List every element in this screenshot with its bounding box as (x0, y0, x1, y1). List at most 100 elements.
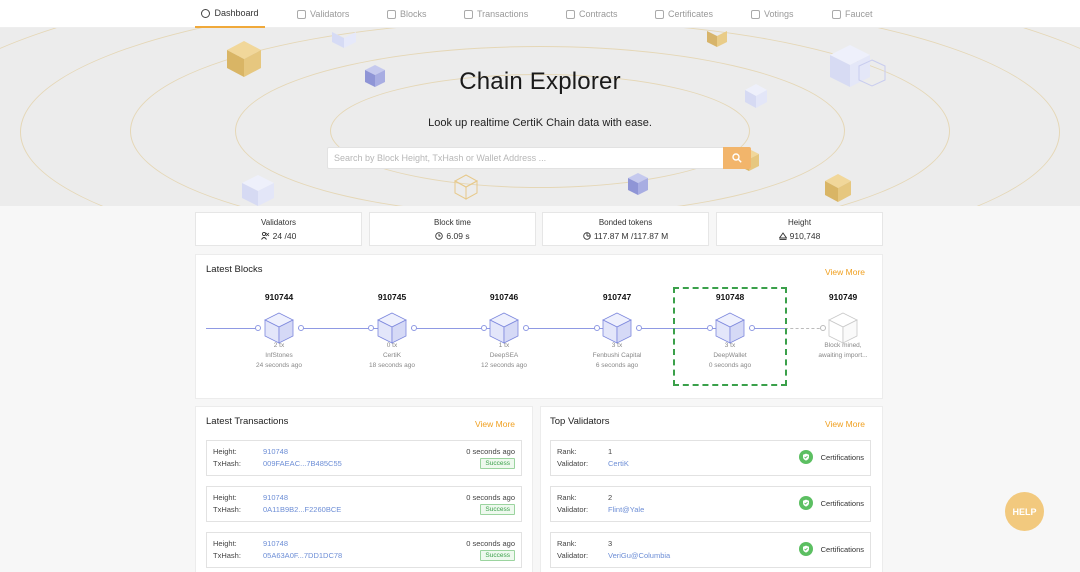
txhash-label: TxHash: (213, 551, 241, 560)
nav-faucet[interactable]: Faucet (832, 0, 873, 28)
block-item[interactable]: 910746 1 tx DeepSEA 12 seconds ago (449, 292, 559, 369)
rank-label: Rank: (557, 493, 577, 502)
pie-icon (583, 232, 591, 240)
block-item[interactable]: 910747 3 tx Fenbushi Capital 6 seconds a… (562, 292, 672, 369)
nav-validators-label: Validators (310, 9, 350, 19)
clock-icon (435, 232, 444, 240)
cube-icon (707, 31, 727, 47)
stat-height: Height 910,748 (716, 212, 883, 246)
block-item[interactable]: 910744 2 tx InfStones 24 seconds ago (224, 292, 334, 369)
cube-icon (825, 174, 851, 202)
status-badge: Success (480, 504, 515, 515)
validator-link[interactable]: CertiK (608, 459, 629, 468)
validators-icon (297, 9, 306, 19)
block-item[interactable]: 910748 3 tx DeepWallet 0 seconds ago (675, 292, 785, 369)
validator-rank: 3 (608, 539, 613, 548)
validator-link[interactable]: VeriGu@Columbia (608, 551, 670, 560)
block-miner: Fenbushi Capital (592, 352, 642, 359)
shield-check-icon (798, 450, 813, 464)
nav-validators[interactable]: Validators (297, 0, 349, 28)
votings-icon (751, 9, 760, 19)
top-validators-view-more[interactable]: View More (825, 419, 865, 429)
block-height: 910746 (489, 292, 519, 302)
txhash-label: TxHash: (213, 459, 241, 468)
latest-transactions-title: Latest Transactions (206, 416, 289, 427)
latest-blocks-view-more[interactable]: View More (825, 267, 865, 277)
certifications-label: Certifications (820, 544, 864, 554)
height-label: Height: (213, 493, 237, 502)
nav-dashboard[interactable]: Dashboard (195, 0, 265, 28)
tx-height-link[interactable]: 910748 (263, 539, 288, 548)
latest-transactions-view-more[interactable]: View More (475, 419, 515, 429)
block-miner: CertiK (382, 352, 402, 359)
block-time-ago: 6 seconds ago (595, 362, 639, 369)
validator-row[interactable]: Rank: 2 Validator: Flint@Yale Certificat… (550, 486, 871, 522)
stat-value: 910,748 (789, 231, 821, 241)
certifications[interactable]: Certifications (798, 450, 864, 464)
nav-faucet-label: Faucet (845, 9, 873, 19)
validator-link[interactable]: Flint@Yale (608, 505, 644, 514)
cube-icon (332, 32, 356, 48)
txhash-label: TxHash: (213, 505, 241, 514)
stat-value: 6.09 s (446, 231, 470, 241)
nav-contracts[interactable]: Contracts (566, 0, 618, 28)
latest-blocks-title: Latest Blocks (206, 264, 263, 275)
certifications[interactable]: Certifications (798, 542, 864, 556)
certificates-icon (655, 9, 664, 19)
stat-validators: Validators 24 /40 (195, 212, 362, 246)
cube-icon (628, 173, 648, 195)
stat-label: Block time (434, 218, 471, 227)
validator-row[interactable]: Rank: 3 Validator: VeriGu@Columbia Certi… (550, 532, 871, 568)
block-cube-icon (489, 312, 519, 344)
block-item[interactable]: 910745 0 tx CertiK 18 seconds ago (337, 292, 447, 369)
certifications-label: Certifications (820, 452, 864, 462)
tx-hash-link[interactable]: 0A11B9B2...F2260BCE (263, 505, 341, 514)
search-bar (327, 147, 751, 169)
block-height: 910748 (715, 292, 745, 302)
block-height: 910744 (264, 292, 294, 302)
nav-blocks[interactable]: Blocks (387, 0, 427, 28)
search-input[interactable] (328, 148, 718, 168)
block-cube-icon (264, 312, 294, 344)
shield-check-icon (798, 496, 813, 510)
stat-label: Height (787, 218, 812, 227)
tx-height-link[interactable]: 910748 (263, 493, 288, 502)
nav-transactions-label: Transactions (477, 9, 529, 19)
nav-votings-label: Votings (764, 9, 794, 19)
tx-time-ago: 0 seconds ago (466, 447, 515, 456)
stat-label: Validators (261, 218, 296, 227)
nav-certificates[interactable]: Certificates (655, 0, 713, 28)
tx-hash-link[interactable]: 009FAEAC...7B485C55 (263, 459, 342, 468)
block-item-pending: 910749 Block mined, awaiting import... (788, 292, 898, 359)
validator-label: Validator: (557, 505, 589, 514)
nav-dashboard-label: Dashboard (214, 8, 259, 18)
top-nav: Dashboard Validators Blocks Transactions… (0, 0, 1080, 28)
page: Dashboard Validators Blocks Transactions… (0, 0, 1080, 572)
transaction-row[interactable]: Height: 910748 TxHash: 009FAEAC...7B485C… (206, 440, 522, 476)
status-badge: Success (480, 458, 515, 469)
height-icon (778, 232, 787, 240)
validator-row[interactable]: Rank: 1 Validator: CertiK Certifications (550, 440, 871, 476)
transaction-row[interactable]: Height: 910748 TxHash: 05A63A0F...7DD1DC… (206, 532, 522, 568)
tx-hash-link[interactable]: 05A63A0F...7DD1DC78 (263, 551, 342, 560)
stat-label: Bonded tokens (598, 218, 653, 227)
page-subtitle: Look up realtime CertiK Chain data with … (428, 117, 652, 129)
nav-transactions[interactable]: Transactions (464, 0, 528, 28)
tx-height-link[interactable]: 910748 (263, 447, 288, 456)
stat-value: 24 /40 (272, 231, 297, 241)
dashboard-icon (201, 8, 211, 18)
transactions-icon (464, 9, 473, 19)
search-button[interactable] (723, 147, 751, 169)
top-validators-title: Top Validators (550, 416, 610, 427)
hero-banner: Chain Explorer Look up realtime CertiK C… (0, 28, 1080, 206)
certifications[interactable]: Certifications (798, 496, 864, 510)
transaction-row[interactable]: Height: 910748 TxHash: 0A11B9B2...F2260B… (206, 486, 522, 522)
height-label: Height: (213, 447, 237, 456)
search-icon (732, 153, 742, 163)
nav-certificates-label: Certificates (668, 9, 714, 19)
faucet-icon (832, 9, 841, 19)
help-button[interactable]: HELP (1005, 492, 1044, 531)
nav-votings[interactable]: Votings (751, 0, 794, 28)
rank-label: Rank: (557, 447, 577, 456)
validators-icon (260, 232, 269, 240)
